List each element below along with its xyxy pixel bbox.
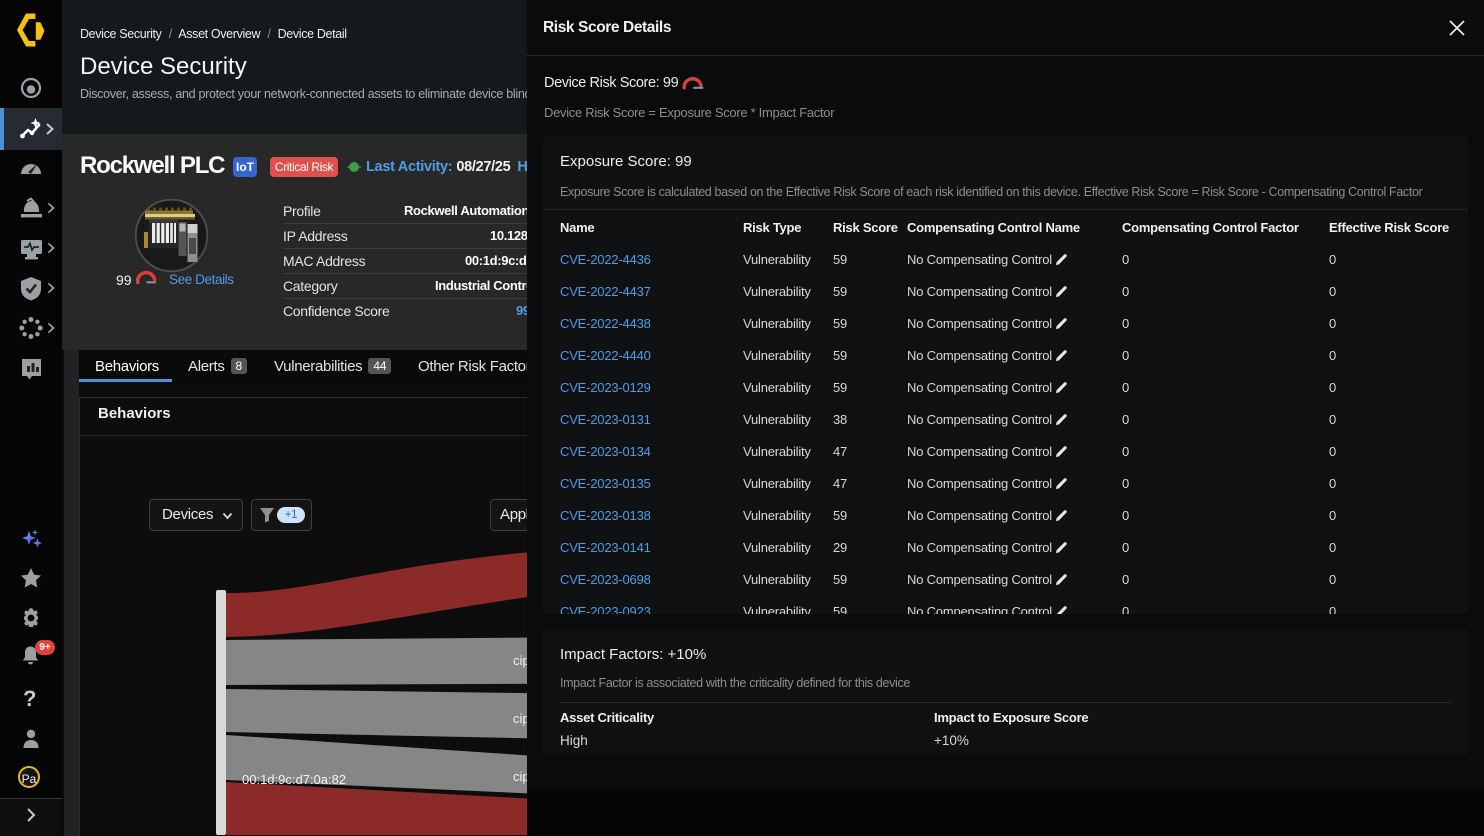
- svg-text:00:1d:9c:d7:0a:82: 00:1d:9c:d7:0a:82: [242, 772, 346, 787]
